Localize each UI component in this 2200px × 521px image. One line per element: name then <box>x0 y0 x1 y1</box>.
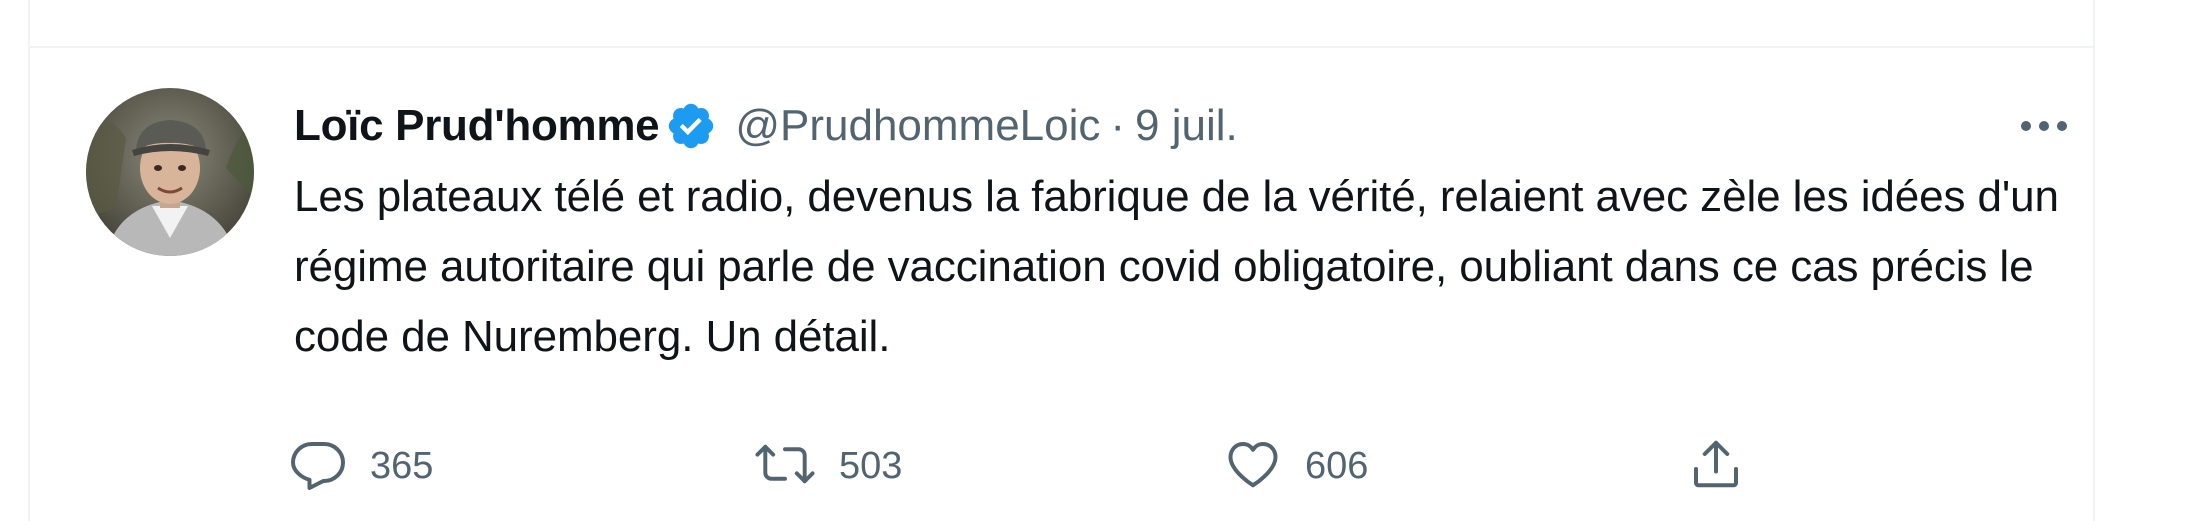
heart-icon <box>1223 434 1283 499</box>
reply-count: 365 <box>370 444 434 487</box>
author-avatar[interactable] <box>86 88 254 256</box>
share-upload-icon <box>1686 434 1746 499</box>
author-handle[interactable]: @PrudhommeLoic <box>735 101 1100 151</box>
verified-badge-icon <box>665 100 717 152</box>
tweet-header: Loïc Prud'homme @PrudhommeLoic · 9 juil. <box>294 96 2074 156</box>
retweet-button[interactable]: 503 <box>753 426 902 506</box>
more-horizontal-icon[interactable] <box>2014 98 2074 154</box>
tweet-card[interactable]: Loïc Prud'homme @PrudhommeLoic · 9 juil. <box>30 48 2093 521</box>
header-separator: · <box>1110 101 1126 150</box>
share-button[interactable] <box>1686 426 1746 506</box>
reply-bubble-icon <box>288 434 348 499</box>
tweet-actions: 365 503 606 <box>288 426 1788 506</box>
tweet-date[interactable]: 9 juil. <box>1135 101 1238 151</box>
like-count: 606 <box>1305 444 1369 487</box>
author-display-name[interactable]: Loïc Prud'homme <box>294 101 660 151</box>
reply-button[interactable]: 365 <box>288 426 433 506</box>
timeline-viewport: Loïc Prud'homme @PrudhommeLoic · 9 juil. <box>0 0 2200 521</box>
retweet-count: 503 <box>839 444 903 487</box>
tweet-content: Loïc Prud'homme @PrudhommeLoic · 9 juil. <box>294 96 2074 372</box>
like-button[interactable]: 606 <box>1223 426 1368 506</box>
tweet-text: Les plateaux télé et radio, devenus la f… <box>294 172 2059 361</box>
retweet-icon <box>753 434 817 499</box>
